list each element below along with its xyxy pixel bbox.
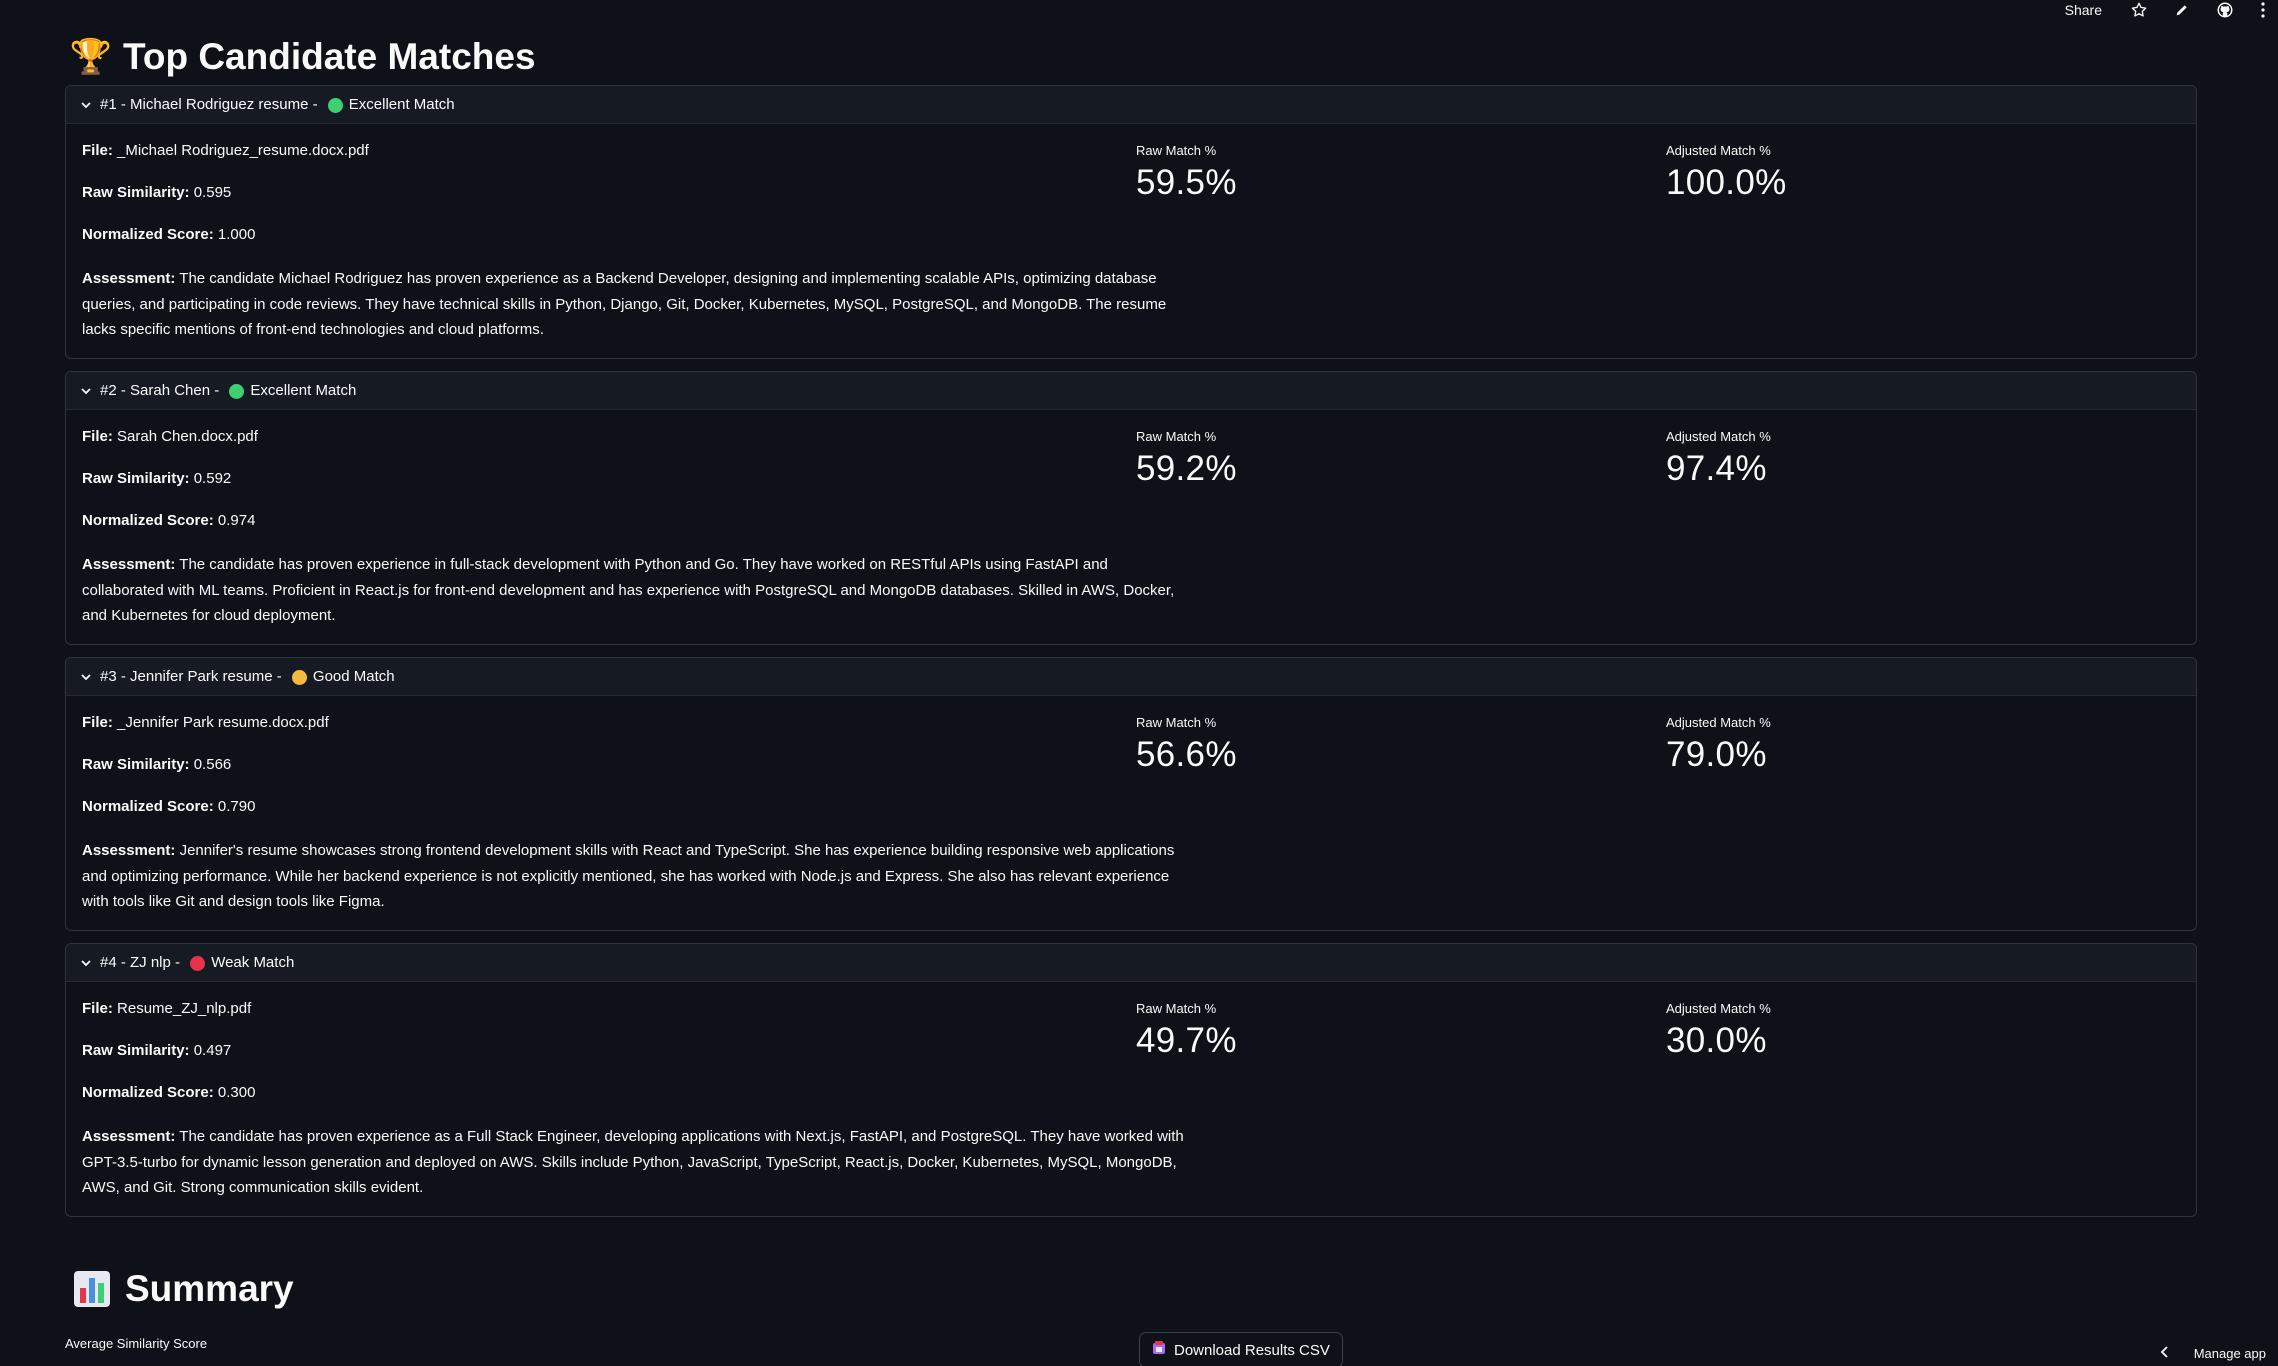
candidate-title: #3 - Jennifer Park resume - Good Match (100, 668, 395, 685)
assessment-text: Assessment: The candidate has proven exp… (82, 1128, 1184, 1196)
raw-similarity-field: Raw Similarity: 0.566 (82, 756, 232, 773)
candidate-info: File: _Michael Rodriguez_resume.docx.pdf… (82, 140, 1187, 343)
normalized-score-field: Normalized Score: 1.000 (82, 226, 256, 243)
page-title-text: Top Candidate Matches (123, 36, 536, 77)
raw-match-value: 59.2% (1136, 449, 1237, 488)
adjusted-match-metric: Adjusted Match % 97.4% (1666, 429, 1771, 488)
match-label: Good Match (312, 668, 395, 685)
candidate-details: File: Sarah Chen.docx.pdf Raw Similarity… (66, 410, 2196, 644)
normalized-score-field: Normalized Score: 0.790 (82, 798, 256, 815)
match-indicator-dot (190, 955, 206, 971)
adjusted-match-metric: Adjusted Match % 100.0% (1666, 143, 1787, 202)
adjusted-match-value: 97.4% (1666, 449, 1767, 488)
average-similarity-label: Average Similarity Score (65, 1336, 208, 1351)
raw-match-value: 49.7% (1136, 1021, 1237, 1060)
chevron-down-icon (80, 385, 92, 397)
trophy-icon: 🏆 (69, 38, 113, 76)
raw-match-value: 59.5% (1136, 163, 1237, 202)
candidate-details: File: _Michael Rodriguez_resume.docx.pdf… (66, 124, 2196, 358)
share-button[interactable]: Share (2065, 2, 2102, 18)
candidate-info: File: _Jennifer Park resume.docx.pdf Raw… (82, 712, 1187, 915)
pencil-icon[interactable] (2174, 2, 2190, 18)
candidate-details: File: Resume_ZJ_nlp.pdf Raw Similarity: … (66, 982, 2196, 1216)
candidate-info: File: Sarah Chen.docx.pdf Raw Similarity… (82, 426, 1187, 629)
candidate-expander-header[interactable]: #1 - Michael Rodriguez resume - Excellen… (66, 86, 2196, 124)
chevron-left-icon (2160, 1346, 2170, 1361)
download-csv-button[interactable]: Download Results CSV (1139, 1332, 1343, 1366)
app-toolbar: Share (2065, 0, 2278, 20)
kebab-menu-icon[interactable] (2260, 1, 2266, 19)
chevron-down-icon (80, 957, 92, 969)
chevron-down-icon (80, 99, 92, 111)
github-icon[interactable] (2216, 1, 2234, 19)
match-label: Excellent Match (250, 382, 357, 399)
candidate-expander: #3 - Jennifer Park resume - Good Match F… (65, 657, 2197, 931)
candidate-expander-header[interactable]: #2 - Sarah Chen - Excellent Match (66, 372, 2196, 410)
raw-similarity-field: Raw Similarity: 0.497 (82, 1042, 232, 1059)
match-label: Weak Match (211, 954, 295, 971)
candidate-info: File: Resume_ZJ_nlp.pdf Raw Similarity: … (82, 998, 1187, 1201)
raw-match-metric: Raw Match % 59.5% (1136, 143, 1237, 202)
file-field: File: Resume_ZJ_nlp.pdf (82, 1000, 252, 1017)
raw-match-metric: Raw Match % 49.7% (1136, 1001, 1237, 1060)
summary-heading: Summary (73, 1268, 294, 1310)
match-label: Excellent Match (348, 96, 455, 113)
adjusted-match-metric: Adjusted Match % 30.0% (1666, 1001, 1771, 1060)
raw-match-metric: Raw Match % 59.2% (1136, 429, 1237, 488)
bar-chart-icon (73, 1270, 111, 1308)
assessment-text: Assessment: The candidate Michael Rodrig… (82, 270, 1167, 338)
match-indicator-dot (229, 383, 245, 399)
candidate-expander-header[interactable]: #3 - Jennifer Park resume - Good Match (66, 658, 2196, 696)
adjusted-match-metric: Adjusted Match % 79.0% (1666, 715, 1771, 774)
file-field: File: _Michael Rodriguez_resume.docx.pdf (82, 142, 369, 159)
download-csv-label: Download Results CSV (1174, 1341, 1330, 1359)
candidate-expander: #4 - ZJ nlp - Weak Match File: Resume_ZJ… (65, 943, 2197, 1217)
file-field: File: Sarah Chen.docx.pdf (82, 428, 258, 445)
raw-match-value: 56.6% (1136, 735, 1237, 774)
candidate-expander-header[interactable]: #4 - ZJ nlp - Weak Match (66, 944, 2196, 982)
match-indicator-dot (291, 669, 307, 685)
chevron-down-icon (80, 671, 92, 683)
candidate-title: #2 - Sarah Chen - Excellent Match (100, 382, 357, 399)
raw-similarity-field: Raw Similarity: 0.592 (82, 470, 232, 487)
candidate-expander: #1 - Michael Rodriguez resume - Excellen… (65, 85, 2197, 359)
candidate-details: File: _Jennifer Park resume.docx.pdf Raw… (66, 696, 2196, 930)
candidate-title: #1 - Michael Rodriguez resume - Excellen… (100, 96, 455, 113)
download-icon (1152, 1341, 1166, 1359)
adjusted-match-value: 79.0% (1666, 735, 1767, 774)
normalized-score-field: Normalized Score: 0.974 (82, 512, 256, 529)
manage-app-bar[interactable]: Manage app (2160, 1346, 2266, 1361)
candidate-expander: #2 - Sarah Chen - Excellent Match File: … (65, 371, 2197, 645)
assessment-text: Assessment: The candidate has proven exp… (82, 556, 1175, 624)
page-title: 🏆 Top Candidate Matches (69, 30, 2197, 84)
adjusted-match-value: 100.0% (1666, 163, 1787, 202)
adjusted-match-value: 30.0% (1666, 1021, 1767, 1060)
manage-app-label: Manage app (2193, 1346, 2266, 1361)
normalized-score-field: Normalized Score: 0.300 (82, 1084, 256, 1101)
raw-match-metric: Raw Match % 56.6% (1136, 715, 1237, 774)
file-field: File: _Jennifer Park resume.docx.pdf (82, 714, 329, 731)
summary-title-text: Summary (125, 1268, 294, 1309)
star-icon[interactable] (2130, 1, 2148, 19)
candidate-title: #4 - ZJ nlp - Weak Match (100, 954, 295, 971)
raw-similarity-field: Raw Similarity: 0.595 (82, 184, 232, 201)
main-content: 🏆 Top Candidate Matches #1 - Michael Rod… (65, 30, 2197, 1217)
match-indicator-dot (327, 97, 343, 113)
assessment-text: Assessment: Jennifer's resume showcases … (82, 842, 1175, 910)
